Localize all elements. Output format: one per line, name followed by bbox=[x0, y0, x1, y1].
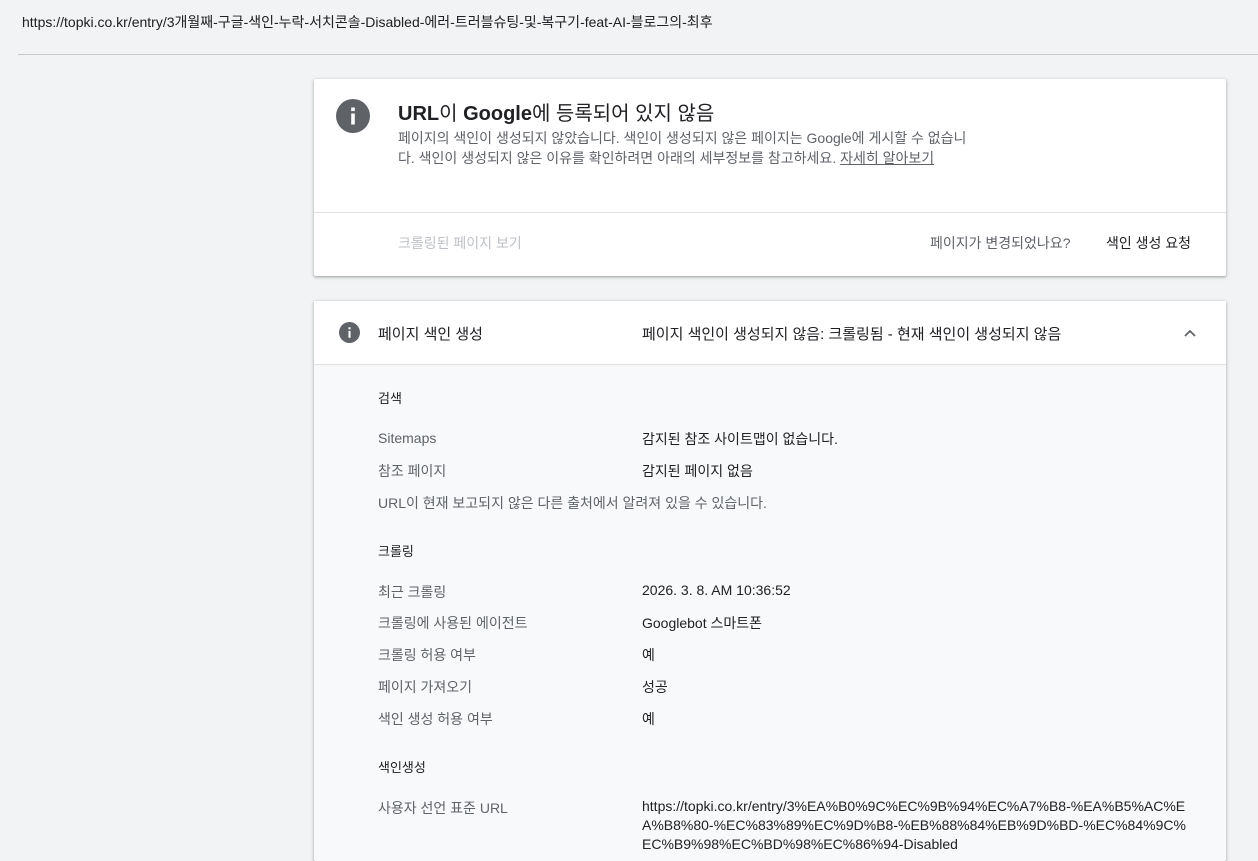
indexing-allowed-label: 색인 생성 허용 여부 bbox=[378, 711, 493, 727]
info-icon bbox=[339, 322, 360, 343]
page-indexing-header[interactable]: 페이지 색인 생성 페이지 색인이 생성되지 않음: 크롤링됨 - 현재 색인이… bbox=[314, 301, 1226, 365]
request-indexing-button[interactable]: 색인 생성 요청 bbox=[1106, 233, 1191, 253]
canonical-url-label: 사용자 선언 표준 URL bbox=[378, 800, 508, 816]
learn-more-link[interactable]: 자세히 알아보기 bbox=[840, 150, 934, 166]
page-indexing-status: 페이지 색인이 생성되지 않음: 크롤링됨 - 현재 색인이 생성되지 않음 bbox=[642, 326, 1062, 343]
crawl-agent-value: Googlebot 스마트폰 bbox=[642, 615, 763, 631]
status-title: URL이 Google에 등록되어 있지 않음 bbox=[398, 103, 715, 125]
status-description: 페이지의 색인이 생성되지 않았습니다. 색인이 생성되지 않은 페이지는 Go… bbox=[398, 130, 967, 166]
divider bbox=[314, 212, 1226, 213]
sitemaps-label: Sitemaps bbox=[378, 430, 437, 446]
page-fetch-label: 페이지 가져오기 bbox=[378, 679, 473, 695]
crawl-agent-label: 크롤링에 사용된 에이전트 bbox=[378, 615, 528, 631]
canonical-url-value: https://topki.co.kr/entry/3%EA%B0%9C%EC%… bbox=[642, 798, 1186, 852]
indexing-allowed-value: 예 bbox=[642, 711, 655, 727]
page-indexing-card: 페이지 색인 생성 페이지 색인이 생성되지 않음: 크롤링됨 - 현재 색인이… bbox=[314, 301, 1226, 861]
page-changed-label: 페이지가 변경되었나요? bbox=[930, 235, 1071, 251]
info-icon bbox=[336, 99, 370, 133]
discovery-note: URL이 현재 보고되지 않은 다른 출처에서 알려져 있을 수 있습니다. bbox=[378, 495, 767, 511]
divider bbox=[18, 54, 1258, 55]
last-crawl-value: 2026. 3. 8. AM 10:36:52 bbox=[642, 582, 791, 598]
view-crawled-page-button: 크롤링된 페이지 보기 bbox=[398, 235, 522, 251]
crawl-allowed-label: 크롤링 허용 여부 bbox=[378, 647, 476, 663]
address-url: https://topki.co.kr/entry/3개월째-구글-색인-누락-… bbox=[22, 14, 713, 30]
url-status-card: URL이 Google에 등록되어 있지 않음 페이지의 색인이 생성되지 않았… bbox=[314, 79, 1226, 276]
referring-page-label: 참조 페이지 bbox=[378, 463, 447, 479]
page-fetch-value: 성공 bbox=[642, 679, 668, 695]
sitemaps-value: 감지된 참조 사이트맵이 없습니다. bbox=[642, 431, 838, 447]
discovery-heading: 검색 bbox=[378, 391, 402, 406]
chevron-up-icon[interactable] bbox=[1180, 323, 1200, 343]
address-bar[interactable]: https://topki.co.kr/entry/3개월째-구글-색인-누락-… bbox=[0, 0, 1258, 54]
page-indexing-title: 페이지 색인 생성 bbox=[378, 326, 483, 343]
referring-page-value: 감지된 페이지 없음 bbox=[642, 463, 753, 479]
crawl-allowed-value: 예 bbox=[642, 647, 655, 663]
indexing-heading: 색인생성 bbox=[378, 760, 426, 775]
crawl-heading: 크롤링 bbox=[378, 544, 414, 559]
last-crawl-label: 최근 크롤링 bbox=[378, 584, 447, 600]
